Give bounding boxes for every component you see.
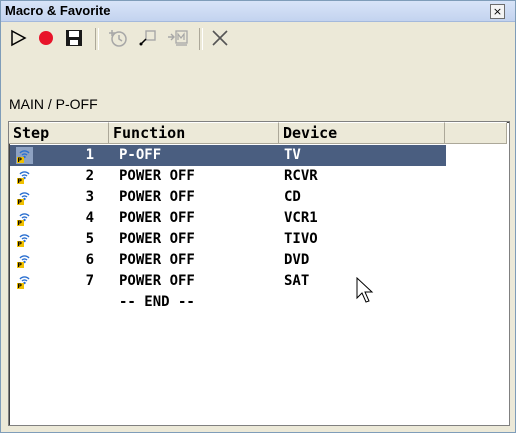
step-number: 4: [85, 210, 94, 226]
table-row[interactable]: P 1 P-OFF TV: [10, 145, 446, 166]
macro-path: MAIN / P-OFF: [9, 96, 98, 112]
column-header-function[interactable]: Function: [109, 122, 279, 144]
record-button[interactable]: [33, 25, 59, 51]
step-number: 1: [85, 147, 94, 163]
macro-insert-icon: [168, 30, 188, 46]
step-number: 6: [85, 252, 94, 268]
svg-text:P: P: [18, 199, 23, 206]
table-row[interactable]: P 7 POWER OFF SAT: [10, 271, 446, 292]
mouse-cursor-icon: [356, 277, 374, 303]
table-row[interactable]: P 3 POWER OFF CD: [10, 187, 446, 208]
remote-signal-icon: P: [17, 213, 30, 227]
column-header-step[interactable]: Step: [9, 122, 109, 144]
device-name: VCR1: [284, 210, 318, 226]
table-row[interactable]: P 2 POWER OFF RCVR: [10, 166, 446, 187]
add-step-icon: [109, 30, 127, 47]
remote-signal-icon: P: [17, 255, 30, 269]
column-header-empty[interactable]: [445, 122, 507, 144]
window-title: Macro & Favorite: [5, 3, 111, 18]
svg-text:P: P: [18, 283, 23, 290]
insert-button[interactable]: [135, 25, 161, 51]
record-icon: [39, 31, 53, 45]
step-number: 7: [85, 273, 94, 289]
device-name: TV: [284, 147, 301, 163]
toolbar: [1, 22, 515, 54]
svg-text:P: P: [18, 178, 23, 185]
delete-icon: [212, 30, 228, 46]
function-name: POWER OFF: [119, 189, 195, 205]
table-row[interactable]: P 4 POWER OFF VCR1: [10, 208, 446, 229]
svg-text:P: P: [18, 157, 23, 164]
function-name: POWER OFF: [119, 273, 195, 289]
play-button[interactable]: [5, 25, 31, 51]
remote-signal-icon: P: [16, 147, 33, 164]
insert-icon: [139, 30, 156, 46]
step-number: 3: [85, 189, 94, 205]
function-name: POWER OFF: [119, 168, 195, 184]
device-name: RCVR: [284, 168, 318, 184]
device-name: DVD: [284, 252, 310, 268]
device-name: SAT: [284, 273, 310, 289]
table-row[interactable]: P 5 POWER OFF TIVO: [10, 229, 446, 250]
device-name: CD: [284, 189, 301, 205]
svg-text:P: P: [18, 220, 23, 227]
play-icon: [11, 29, 27, 47]
column-header-device[interactable]: Device: [279, 122, 445, 144]
delete-button[interactable]: [207, 25, 233, 51]
function-name: POWER OFF: [119, 210, 195, 226]
add-step-button[interactable]: [105, 25, 131, 51]
function-name: POWER OFF: [119, 231, 195, 247]
table-row[interactable]: P 6 POWER OFF DVD: [10, 250, 446, 271]
svg-text:P: P: [18, 241, 23, 248]
function-name: POWER OFF: [119, 252, 195, 268]
step-number: 5: [85, 231, 94, 247]
step-number: 2: [85, 168, 94, 184]
function-name: P-OFF: [119, 147, 162, 163]
macro-insert-button[interactable]: [165, 25, 191, 51]
save-button[interactable]: [61, 25, 87, 51]
close-button[interactable]: ×: [490, 4, 505, 19]
save-icon: [66, 30, 82, 46]
macro-favorite-window: Macro & Favorite × MAIN / P-OFF Step Fun…: [0, 0, 516, 433]
svg-text:P: P: [18, 262, 23, 269]
device-name: TIVO: [284, 231, 318, 247]
remote-signal-icon: P: [17, 192, 30, 206]
macro-step-list[interactable]: Step Function Device P 1 P-OFF TV P 2 POWER OF…: [8, 121, 510, 426]
title-bar[interactable]: Macro & Favorite ×: [1, 1, 515, 22]
remote-signal-icon: P: [17, 171, 30, 185]
remote-signal-icon: P: [17, 234, 30, 248]
remote-signal-icon: P: [17, 276, 30, 290]
end-marker: -- END --: [119, 294, 195, 310]
